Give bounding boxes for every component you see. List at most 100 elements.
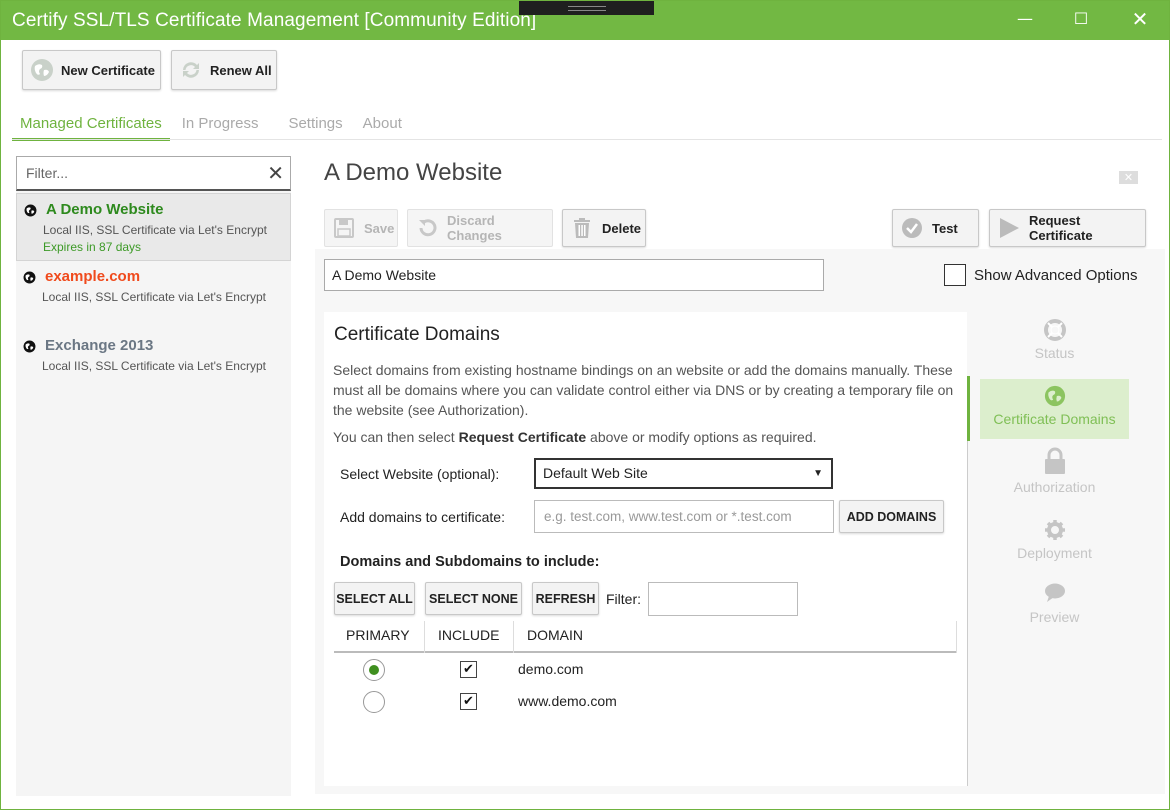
list-item-a-demo-website[interactable]: A Demo Website Local IIS, SSL Certificat… [16, 193, 291, 261]
title-bar: Certify SSL/TLS Certificate Management [… [1, 1, 1169, 40]
tab-settings[interactable]: Settings [280, 113, 350, 141]
new-certificate-button[interactable]: New Certificate [22, 50, 161, 90]
section-title: Certificate Domains [334, 324, 500, 345]
tab-in-progress[interactable]: In Progress [174, 113, 267, 141]
show-advanced-label: Show Advanced Options [974, 266, 1138, 284]
window-title: Certify SSL/TLS Certificate Management [… [12, 10, 537, 31]
nav-status[interactable]: Status [980, 313, 1129, 373]
gear-icon [1044, 519, 1066, 541]
tab-about[interactable]: About [355, 113, 410, 141]
lifebuoy-icon [1043, 319, 1066, 341]
close-panel-icon[interactable]: ✕ [1119, 171, 1138, 184]
globe-icon [30, 58, 54, 82]
certificate-domains-card: Certificate Domains Select domains from … [324, 312, 967, 786]
nav-certificate-domains[interactable]: Certificate Domains [980, 379, 1129, 439]
primary-radio[interactable] [363, 659, 385, 681]
website-select[interactable]: Default Web Site ▼ [534, 458, 833, 489]
select-all-button[interactable]: SELECT ALL [334, 582, 415, 615]
refresh-button[interactable]: REFRESH [532, 582, 599, 615]
nav-label: Certificate Domains [993, 411, 1116, 427]
dropdown-arrow-icon: ▼ [813, 468, 823, 479]
domain-name: www.demo.com [518, 693, 617, 709]
hint-suffix: above or modify options as required. [586, 429, 817, 445]
nav-authorization[interactable]: Authorization [980, 445, 1129, 505]
save-button[interactable]: Save [324, 209, 398, 247]
certificate-list-panel: ✕ A Demo Website Local IIS, SSL Certific… [16, 156, 291, 796]
check-circle-icon [901, 217, 923, 239]
show-advanced-toggle[interactable]: Show Advanced Options [944, 264, 1137, 286]
select-website-label: Select Website (optional): [340, 466, 500, 482]
request-label: Request Certificate [1029, 213, 1093, 243]
column-separator [424, 621, 425, 653]
discard-label: Discard Changes [447, 213, 502, 243]
table-row: ✔ www.demo.com [334, 687, 957, 717]
trash-icon [571, 217, 593, 239]
domains-table-header: PRIMARY INCLUDE DOMAIN [334, 621, 957, 653]
table-row: ✔ demo.com [334, 655, 957, 685]
main-tabs: Managed Certificates In Progress Setting… [12, 113, 414, 141]
add-domains-button[interactable]: ADD DOMAINS [839, 500, 944, 533]
column-include[interactable]: INCLUDE [438, 627, 499, 643]
nav-preview[interactable]: Preview [980, 577, 1129, 637]
speech-bubble-icon [1044, 583, 1066, 605]
close-window-button[interactable]: ✕ [1128, 7, 1152, 31]
site-name: example.com [45, 268, 141, 285]
add-domains-input[interactable]: e.g. test.com, www.test.com or *.test.co… [534, 500, 834, 533]
domain-name: demo.com [518, 661, 584, 677]
maximize-button[interactable]: ☐ [1069, 7, 1093, 31]
minimize-button[interactable]: — [1013, 7, 1037, 31]
domains-subheading: Domains and Subdomains to include: [340, 554, 600, 570]
column-primary[interactable]: PRIMARY [346, 627, 410, 643]
column-domain[interactable]: DOMAIN [527, 627, 583, 643]
nav-label: Preview [1029, 609, 1080, 625]
column-separator [956, 621, 957, 653]
site-expiry: Expires in 87 days [43, 240, 142, 254]
include-checkbox[interactable]: ✔ [460, 693, 477, 710]
request-certificate-button[interactable]: Request Certificate [989, 209, 1146, 247]
discard-changes-button[interactable]: Discard Changes [407, 209, 553, 247]
section-hint: You can then select Request Certificate … [333, 429, 817, 445]
app-window: Certify SSL/TLS Certificate Management [… [0, 0, 1170, 810]
list-item-exchange-2013[interactable]: Exchange 2013 Local IIS, SSL Certificate… [16, 330, 291, 398]
globe-icon [1044, 385, 1066, 407]
nav-active-indicator [967, 376, 970, 441]
website-select-value: Default Web Site [543, 465, 648, 481]
list-item-example-com[interactable]: example.com Local IIS, SSL Certificate v… [16, 261, 291, 329]
tab-managed-certificates[interactable]: Managed Certificates [12, 113, 170, 141]
domain-filter-input[interactable] [648, 582, 798, 616]
site-name: Exchange 2013 [45, 337, 154, 354]
section-description: Select domains from existing hostname bi… [333, 362, 954, 418]
lock-icon [1044, 447, 1066, 475]
undo-icon [416, 217, 438, 239]
site-description: Local IIS, SSL Certificate via Let's Enc… [43, 223, 267, 237]
clear-filter-icon[interactable]: ✕ [267, 161, 284, 185]
filter-input[interactable] [17, 157, 257, 188]
hint-prefix: You can then select [333, 429, 459, 445]
page-title: A Demo Website [324, 159, 503, 186]
globe-icon [23, 269, 36, 288]
select-none-button[interactable]: SELECT NONE [425, 582, 522, 615]
hint-bold: Request Certificate [458, 429, 587, 445]
delete-label: Delete [602, 220, 642, 236]
column-separator [513, 621, 514, 653]
include-checkbox[interactable]: ✔ [460, 661, 477, 678]
delete-button[interactable]: Delete [562, 209, 646, 247]
renew-all-button[interactable]: Renew All [171, 50, 277, 90]
show-advanced-checkbox[interactable] [944, 264, 966, 286]
test-button[interactable]: Test [892, 209, 979, 247]
globe-icon [23, 338, 36, 357]
drag-handle[interactable] [519, 1, 654, 15]
new-certificate-label: New Certificate [61, 62, 155, 78]
filter-label: Filter: [606, 591, 641, 607]
nav-deployment[interactable]: Deployment [980, 513, 1129, 573]
certificate-name-input[interactable]: A Demo Website [324, 259, 824, 291]
primary-radio[interactable] [363, 691, 385, 713]
globe-icon [24, 202, 37, 221]
nav-label: Status [1034, 345, 1075, 361]
test-label: Test [932, 220, 958, 236]
play-icon [998, 217, 1020, 239]
refresh-icon [179, 58, 203, 82]
site-description: Local IIS, SSL Certificate via Let's Enc… [42, 290, 266, 304]
site-description: Local IIS, SSL Certificate via Let's Enc… [42, 359, 266, 373]
nav-label: Authorization [1013, 479, 1096, 495]
